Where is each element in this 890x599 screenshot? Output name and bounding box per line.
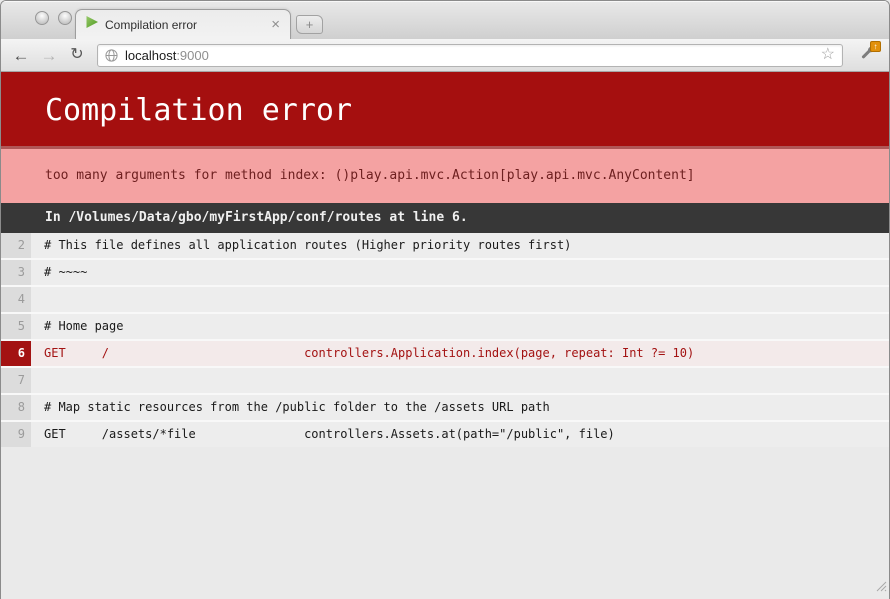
line-number: 9 <box>1 422 31 447</box>
browser-window: Compilation error × + ← → ↻ localhost :9… <box>0 0 890 599</box>
navigation-toolbar: ← → ↻ localhost :9000 ☆ ↑ <box>1 39 889 72</box>
line-text: # Map static resources from the /public … <box>31 395 889 420</box>
tab-title: Compilation error <box>105 18 270 32</box>
window-minimize-button[interactable] <box>58 11 72 25</box>
line-text <box>31 368 889 393</box>
line-text: GET /assets/*file controllers.Assets.at(… <box>31 422 889 447</box>
code-line: 2 # This file defines all application ro… <box>1 233 889 258</box>
error-header: Compilation error <box>1 72 889 149</box>
error-location: In /Volumes/Data/gbo/myFirstApp/conf/rou… <box>1 203 889 233</box>
code-line: 6 GET / controllers.Application.index(pa… <box>1 341 889 366</box>
url-host: localhost <box>125 48 176 63</box>
resize-grip-icon[interactable] <box>874 579 887 597</box>
address-bar[interactable]: localhost :9000 ☆ <box>97 44 843 67</box>
window-close-button[interactable] <box>35 11 49 25</box>
new-tab-button[interactable]: + <box>296 15 323 34</box>
forward-icon: → <box>37 47 61 64</box>
line-number: 2 <box>1 233 31 258</box>
line-number: 7 <box>1 368 31 393</box>
line-text: # Home page <box>31 314 889 339</box>
url-port: :9000 <box>176 48 209 63</box>
line-text: # This file defines all application rout… <box>31 233 889 258</box>
globe-icon <box>105 49 118 62</box>
line-number: 3 <box>1 260 31 285</box>
update-badge-icon: ↑ <box>870 41 881 52</box>
reload-icon[interactable]: ↻ <box>65 47 89 63</box>
line-text: GET / controllers.Application.index(page… <box>31 341 889 366</box>
line-text <box>31 287 889 312</box>
error-title: Compilation error <box>45 96 889 126</box>
line-number: 5 <box>1 314 31 339</box>
back-icon[interactable]: ← <box>9 47 33 64</box>
browser-tab[interactable]: Compilation error × <box>75 9 291 39</box>
play-framework-icon <box>85 15 99 34</box>
error-message: too many arguments for method index: ()p… <box>1 149 889 203</box>
code-line: 7 <box>1 368 889 393</box>
tab-close-icon[interactable]: × <box>270 17 281 32</box>
line-number: 6 <box>1 341 31 366</box>
tab-strip: Compilation error × + <box>1 1 889 39</box>
code-line: 8 # Map static resources from the /publi… <box>1 395 889 420</box>
code-line: 4 <box>1 287 889 312</box>
line-number: 8 <box>1 395 31 420</box>
code-line: 3 # ~~~~ <box>1 260 889 285</box>
line-text: # ~~~~ <box>31 260 889 285</box>
line-number: 4 <box>1 287 31 312</box>
bookmark-star-icon[interactable]: ☆ <box>821 47 835 63</box>
code-line: 5 # Home page <box>1 314 889 339</box>
wrench-menu-button[interactable]: ↑ <box>853 43 881 67</box>
code-listing: 2 # This file defines all application ro… <box>1 233 889 447</box>
code-line: 9 GET /assets/*file controllers.Assets.a… <box>1 422 889 447</box>
